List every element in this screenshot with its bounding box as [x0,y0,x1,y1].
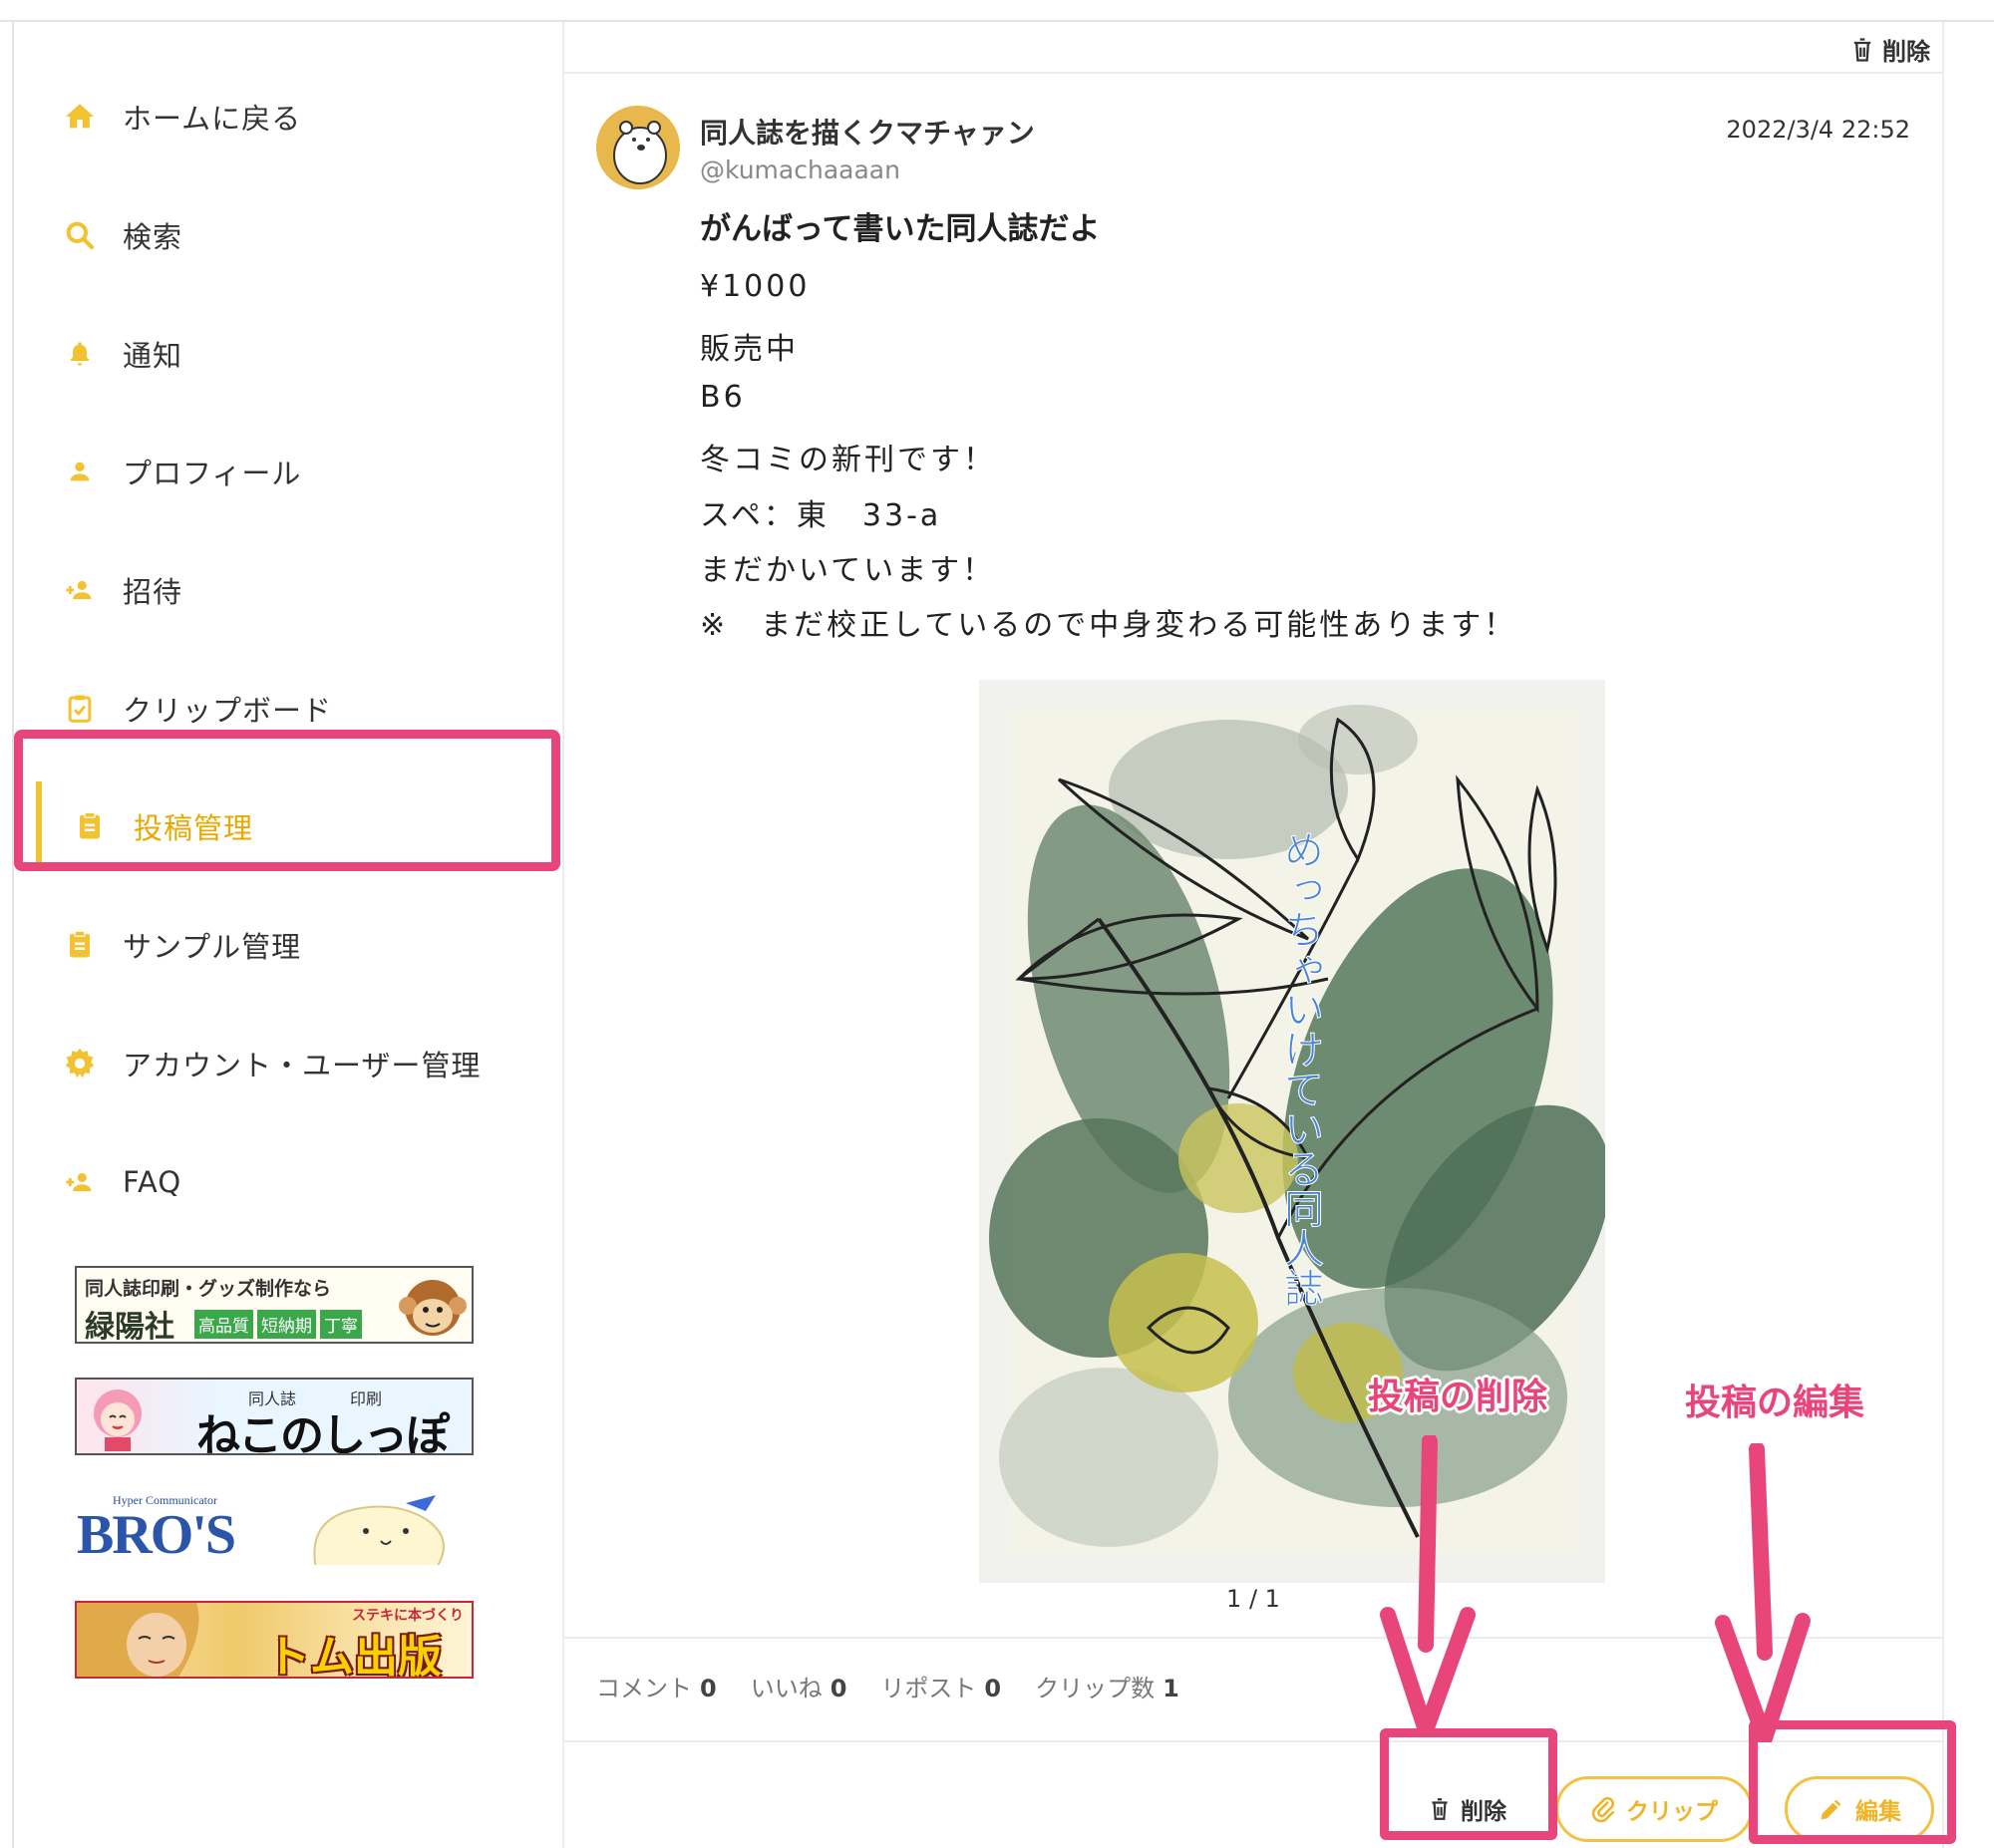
clip-button-label: クリップ [1626,1799,1718,1825]
clip-button[interactable]: クリップ [1555,1776,1753,1842]
search-icon [60,215,100,255]
post-title: がんばって書いた同人誌だよ [700,211,1101,247]
avatar[interactable] [596,106,680,189]
post-body-line: 販売中 [700,332,799,367]
cover-illustration: めっちゃいけている同人誌 [989,705,1611,1553]
banner-name: トム出版 [266,1632,442,1679]
monkey-mascot-icon [399,1280,467,1336]
person-icon [60,452,100,491]
post-body-line: スペ：東 33-a [700,498,942,533]
banner-tag: 高品質 [194,1310,253,1339]
author-name[interactable]: 同人誌を描くクマチャァン [700,112,1035,152]
banner-tom-shuppan[interactable]: ステキに本づくり トム出版 [75,1601,474,1679]
anime-girl-icon [94,1389,142,1451]
top-toolbar: 削除 [564,22,1942,74]
illustrated-character-icon [77,1603,199,1677]
banner-name: BRO'S [77,1504,236,1566]
sidebar-item-home[interactable]: ホームに戻る [14,72,562,161]
post-timestamp: 2022/3/4 22:52 [1726,116,1910,144]
author-handle: @kumachaaaan [700,155,900,184]
sidebar-item-label: プロフィール [123,457,302,490]
sidebar-item-label: サンプル管理 [123,930,302,964]
highlight-delete-button [1380,1728,1557,1840]
clip-stat[interactable]: クリップ数 1 [1035,1669,1179,1703]
repost-stat[interactable]: リポスト 0 [880,1669,1001,1703]
post-body-line: まだかいています！ [700,553,996,588]
highlight-edit-button [1749,1720,1956,1844]
cover-image[interactable]: めっちゃいけている同人誌 [979,680,1611,1583]
gear-icon [60,1044,100,1083]
post-body-line: ※ まだ校正しているので中身変わる可能性あります！ [700,608,1517,643]
banner-ryokuyosha[interactable]: 同人誌印刷・グッズ制作なら 緑陽社 高品質 短納期 丁寧 [75,1266,474,1344]
sidebar-item-faq[interactable]: FAQ [14,1137,562,1227]
comment-stat[interactable]: コメント 0 [596,1669,717,1703]
banner-text: 同人誌印刷・グッズ制作なら [85,1278,332,1300]
banner-tag: 丁寧 [320,1310,362,1339]
trash-icon [1853,37,1871,62]
sidebar-item-invite[interactable]: 招待 [14,545,562,635]
sidebar-item-label: 検索 [123,220,183,254]
sidebar-item-label: FAQ [123,1165,182,1199]
top-delete-button[interactable]: 削除 [1850,32,1930,67]
sidebar-item-profile[interactable]: プロフィール [14,427,562,516]
person-add-icon [60,1162,100,1202]
bear-avatar-icon [596,106,680,189]
sidebar-item-search[interactable]: 検索 [14,190,562,280]
home-icon [60,97,100,137]
bell-icon [60,334,100,374]
sidebar-item-notifications[interactable]: 通知 [14,309,562,399]
clipboard-check-icon [60,689,100,729]
banner-name: 緑陽社 [85,1310,174,1344]
banner-name: ねこのしっぽ [196,1410,450,1455]
sidebar-item-sample-management[interactable]: サンプル管理 [14,900,562,990]
post-body-line: 冬コミの新刊です！ [700,443,996,477]
document-icon [60,925,100,965]
sidebar: ホームに戻る 検索 通知 プロフィール 招待 クリップボード 投稿管理 サンプル… [14,22,564,1848]
sidebar-item-label: アカウント・ユーザー管理 [123,1049,482,1082]
highlight-post-management [14,730,560,871]
annotation-edit-note: 投稿の編集 [1685,1383,1865,1423]
person-add-icon [60,570,100,610]
cover-title: めっちゃいけている同人誌 [1277,829,1323,1308]
sidebar-item-label: クリップボード [123,694,333,728]
banner-nekonoshippo[interactable]: 同人誌 印刷 ねこのしっぽ [75,1378,474,1455]
bird-mascot-icon [313,1495,445,1565]
paperclip-icon [1591,1796,1615,1823]
sidebar-item-account-management[interactable]: アカウント・ユーザー管理 [14,1019,562,1108]
annotation-arrow-delete [1380,1435,1476,1734]
post-body-line: B6 [700,380,746,415]
annotation-delete-note: 投稿の削除 [1368,1377,1548,1417]
sidebar-item-label: 招待 [123,575,183,609]
top-delete-label: 削除 [1882,38,1930,66]
annotation-arrow-edit [1715,1443,1811,1742]
post-stats: コメント 0 いいね 0 リポスト 0 クリップ数 1 [596,1669,1179,1703]
sidebar-item-label: ホームに戻る [123,102,302,136]
banner-bros[interactable]: Hyper Communicator BRO'S [75,1489,474,1567]
post-body-line: ¥1000 [700,269,811,304]
sidebar-item-label: 通知 [123,339,183,373]
banner-tag: 短納期 [257,1310,316,1339]
like-stat[interactable]: いいね 0 [751,1669,847,1703]
